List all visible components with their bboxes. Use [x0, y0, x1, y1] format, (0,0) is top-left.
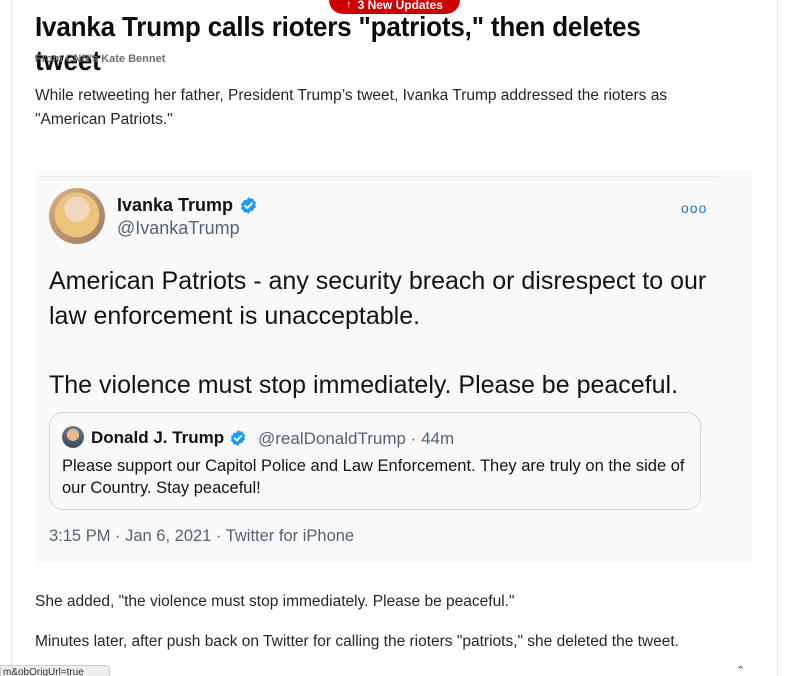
tweet-author-handle[interactable]: @IvankaTrump: [117, 218, 240, 239]
verified-badge-icon: [241, 197, 257, 214]
quoted-tweet[interactable]: Donald J. Trump @realDonaldTrump · 44m P…: [49, 412, 701, 510]
avatar-ivanka[interactable]: [49, 188, 105, 244]
tweet-text-line-2: The violence must stop immediately. Plea…: [49, 371, 679, 399]
more-options-icon[interactable]: ooo: [681, 200, 707, 216]
tweet-timestamp[interactable]: 3:15 PM · Jan 6, 2021 · Twitter for iPho…: [49, 527, 354, 546]
scroll-caret-icon[interactable]: ⌃: [736, 664, 745, 676]
article-paragraph-2: She added, "the violence must stop immed…: [35, 593, 515, 610]
quoted-author-name: Donald J. Trump: [91, 428, 225, 447]
status-url-tooltip: m&obOrigUrl=true: [0, 665, 110, 676]
tweet-text: American Patriots - any security breach …: [49, 264, 729, 403]
article-byline: From CNN's Kate Bennet: [35, 53, 166, 65]
quoted-tweet-text: Please support our Capitol Police and La…: [62, 457, 685, 497]
article-paragraph-3: Minutes later, after push back on Twitte…: [35, 633, 679, 650]
article-paragraph-1: While retweeting her father, President T…: [35, 87, 668, 128]
verified-badge-icon: [231, 430, 246, 446]
avatar-donald: [62, 426, 84, 448]
tweet-divider: [40, 176, 718, 177]
tweet-author[interactable]: Ivanka Trump: [117, 195, 258, 216]
tweet-author-name[interactable]: Ivanka Trump: [117, 195, 233, 216]
embedded-tweet[interactable]: Ivanka Trump @IvankaTrump ooo American P…: [36, 170, 752, 562]
quoted-author: Donald J. Trump: [91, 428, 247, 448]
article-headline: Ivanka Trump calls rioters "patriots," t…: [35, 11, 641, 76]
tweet-text-line-1: American Patriots - any security breach …: [49, 267, 707, 330]
quoted-author-handle: @realDonaldTrump · 44m: [258, 429, 455, 448]
